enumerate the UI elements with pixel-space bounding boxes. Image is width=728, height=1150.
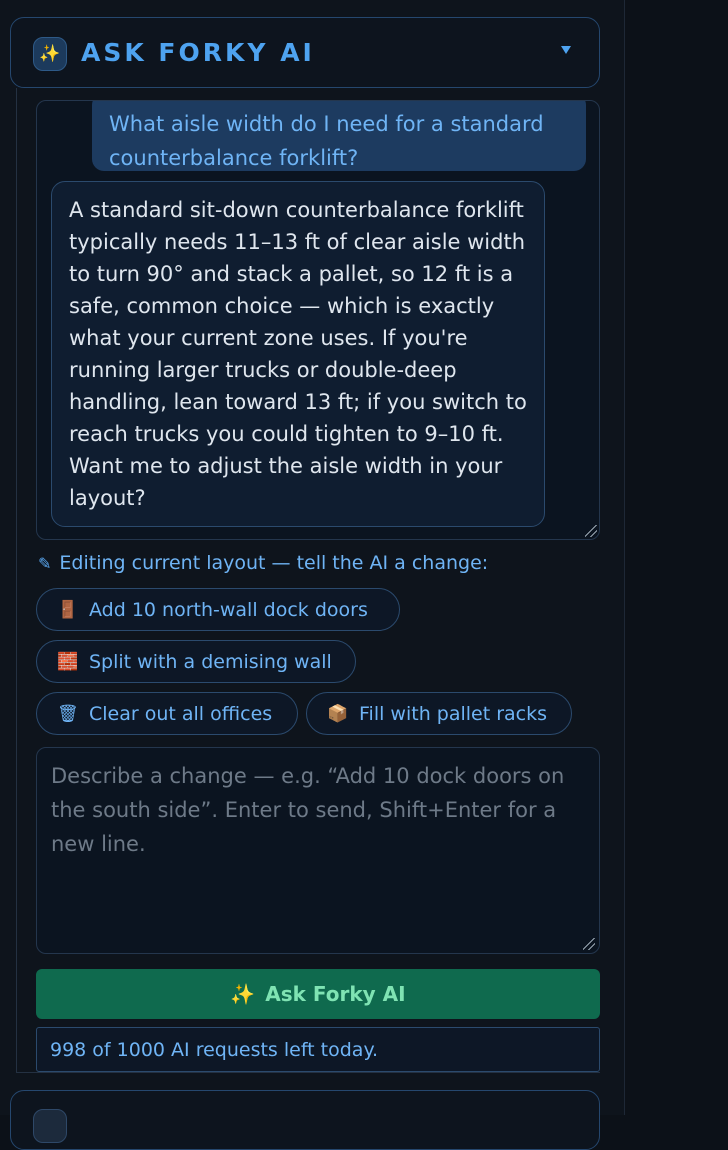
chevron-down-icon[interactable] — [561, 46, 571, 54]
pencil-icon: ✎ — [38, 553, 52, 573]
suggestion-label: Clear out all offices — [89, 702, 273, 725]
editing-hint-text: Editing current layout — tell the AI a c… — [59, 552, 489, 574]
suggestion-add-dock-doors[interactable]: 🚪 Add 10 north-wall dock doors — [36, 588, 400, 631]
suggestion-clear-offices[interactable]: 🗑 Clear out all offices — [36, 692, 298, 735]
resize-handle-icon[interactable] — [583, 938, 595, 950]
next-section-header[interactable] — [10, 1090, 600, 1150]
sparkles-icon: ✨ — [33, 37, 67, 71]
brick-wall-icon: 🧱 — [57, 651, 79, 672]
user-message: What aisle width do I need for a standar… — [92, 101, 586, 171]
section-icon — [33, 1109, 67, 1143]
suggestion-label: Split with a demising wall — [89, 650, 332, 673]
canvas-edge — [624, 0, 728, 1115]
suggestion-demising-wall[interactable]: 🧱 Split with a demising wall — [36, 640, 356, 683]
change-request-input[interactable] — [36, 747, 600, 954]
resize-handle-icon[interactable] — [585, 525, 597, 537]
panel-divider — [16, 1072, 600, 1073]
trash-icon: 🗑 — [57, 703, 79, 724]
panel-divider — [16, 88, 17, 1073]
ask-button-label: Ask Forky AI — [265, 982, 406, 1006]
suggestion-label: Add 10 north-wall dock doors — [89, 598, 368, 621]
panel-title: ASK FORKY AI — [81, 38, 315, 67]
suggestion-label: Fill with pallet racks — [359, 702, 548, 725]
ask-forky-button[interactable]: ✨ Ask Forky AI — [36, 969, 600, 1019]
door-icon: 🚪 — [57, 599, 79, 620]
chat-history[interactable]: What aisle width do I need for a standar… — [36, 100, 600, 540]
suggestion-pallet-racks[interactable]: 📦 Fill with pallet racks — [306, 692, 572, 735]
sparkles-icon: ✨ — [230, 982, 256, 1006]
ai-message: A standard sit-down counterbalance forkl… — [51, 181, 545, 527]
ask-forky-header[interactable]: ✨ ASK FORKY AI — [10, 17, 600, 88]
quota-status: 998 of 1000 AI requests left today. — [36, 1027, 600, 1072]
package-icon: 📦 — [327, 703, 349, 724]
editing-hint: ✎ Editing current layout — tell the AI a… — [38, 552, 488, 574]
